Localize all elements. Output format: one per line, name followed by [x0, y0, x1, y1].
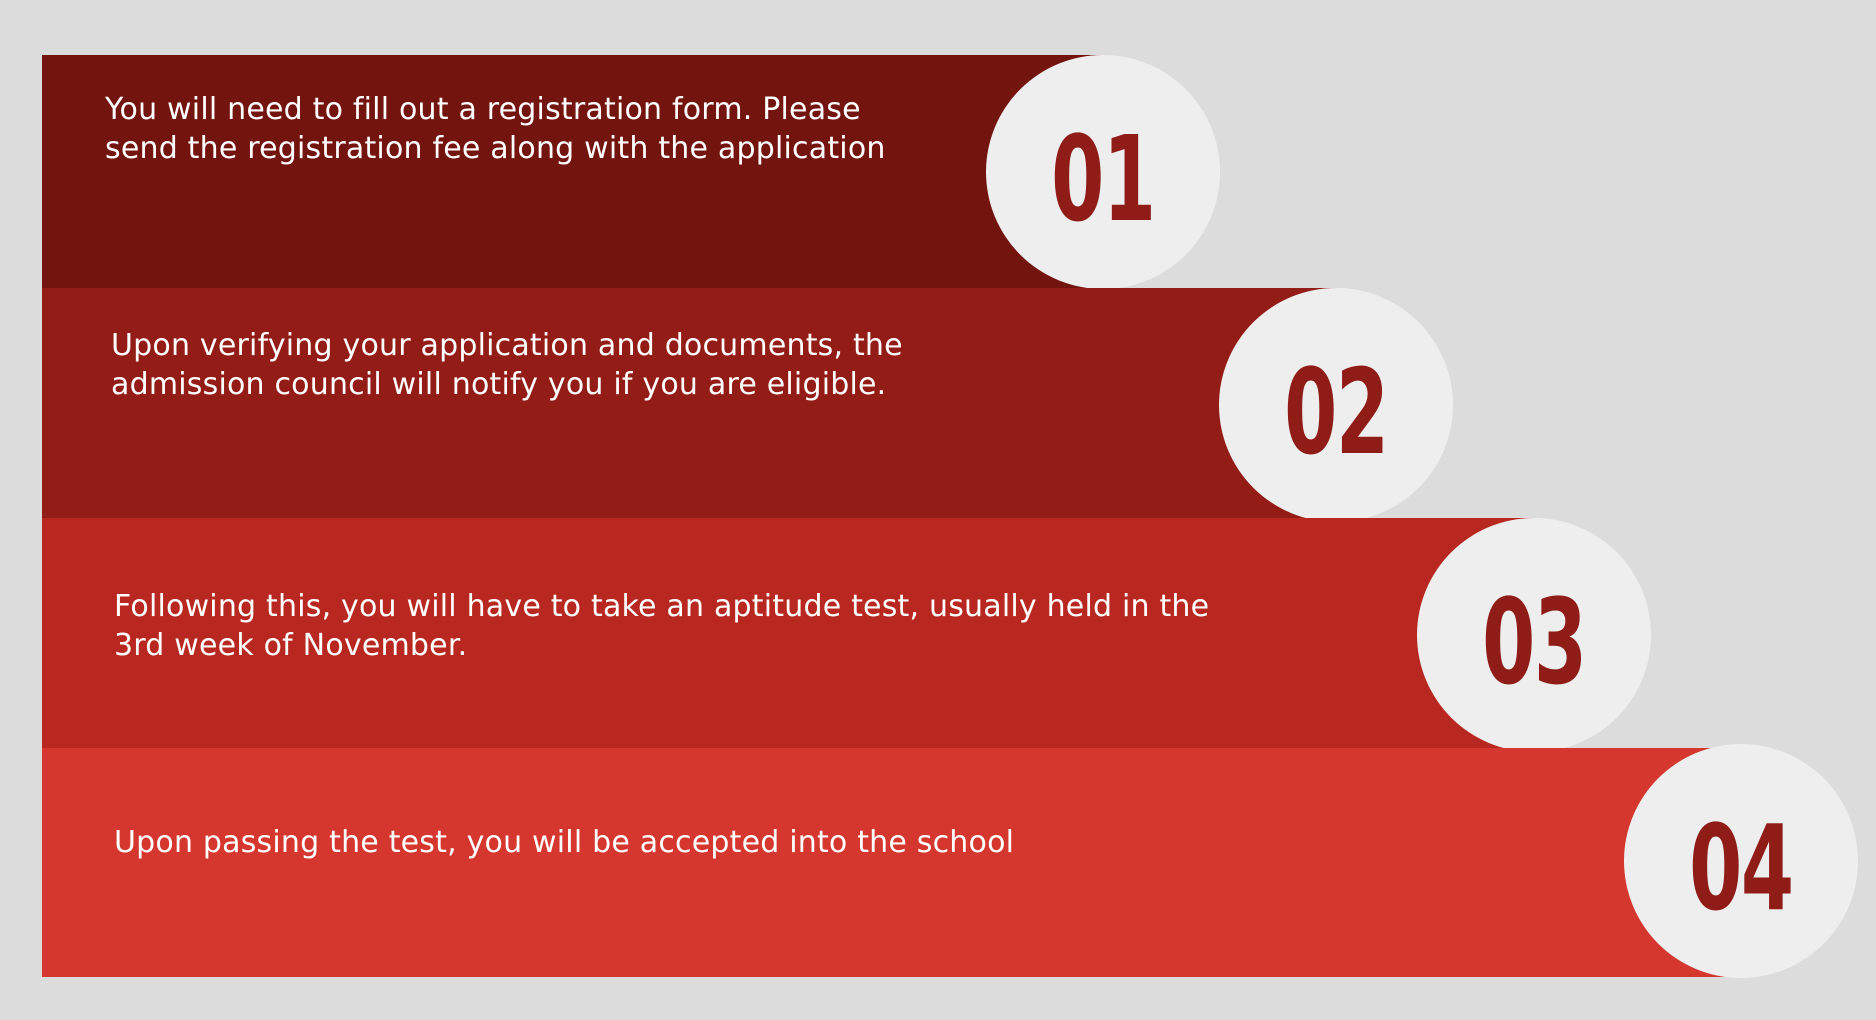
step-3-number: 03 [1482, 573, 1587, 711]
step-4-number: 04 [1689, 799, 1794, 937]
step-4-band: Upon passing the test, you will be accep… [42, 748, 1742, 977]
step-2-number-circle: 02 [1219, 288, 1453, 522]
step-2-band: Upon verifying your application and docu… [42, 288, 1336, 518]
step-2-number: 02 [1284, 343, 1389, 481]
step-3-number-circle: 03 [1417, 518, 1651, 752]
step-4-number-circle: 04 [1624, 744, 1858, 978]
step-1-band: You will need to fill out a registration… [42, 55, 1102, 288]
step-1-number: 01 [1051, 110, 1156, 248]
step-1-text: You will need to fill out a registration… [105, 92, 886, 166]
step-3-band: Following this, you will have to take an… [42, 518, 1534, 748]
step-1-number-circle: 01 [986, 55, 1220, 289]
step-4-text: Upon passing the test, you will be accep… [114, 825, 1015, 860]
step-2-text: Upon verifying your application and docu… [111, 328, 903, 402]
step-3-text: Following this, you will have to take an… [114, 589, 1210, 663]
